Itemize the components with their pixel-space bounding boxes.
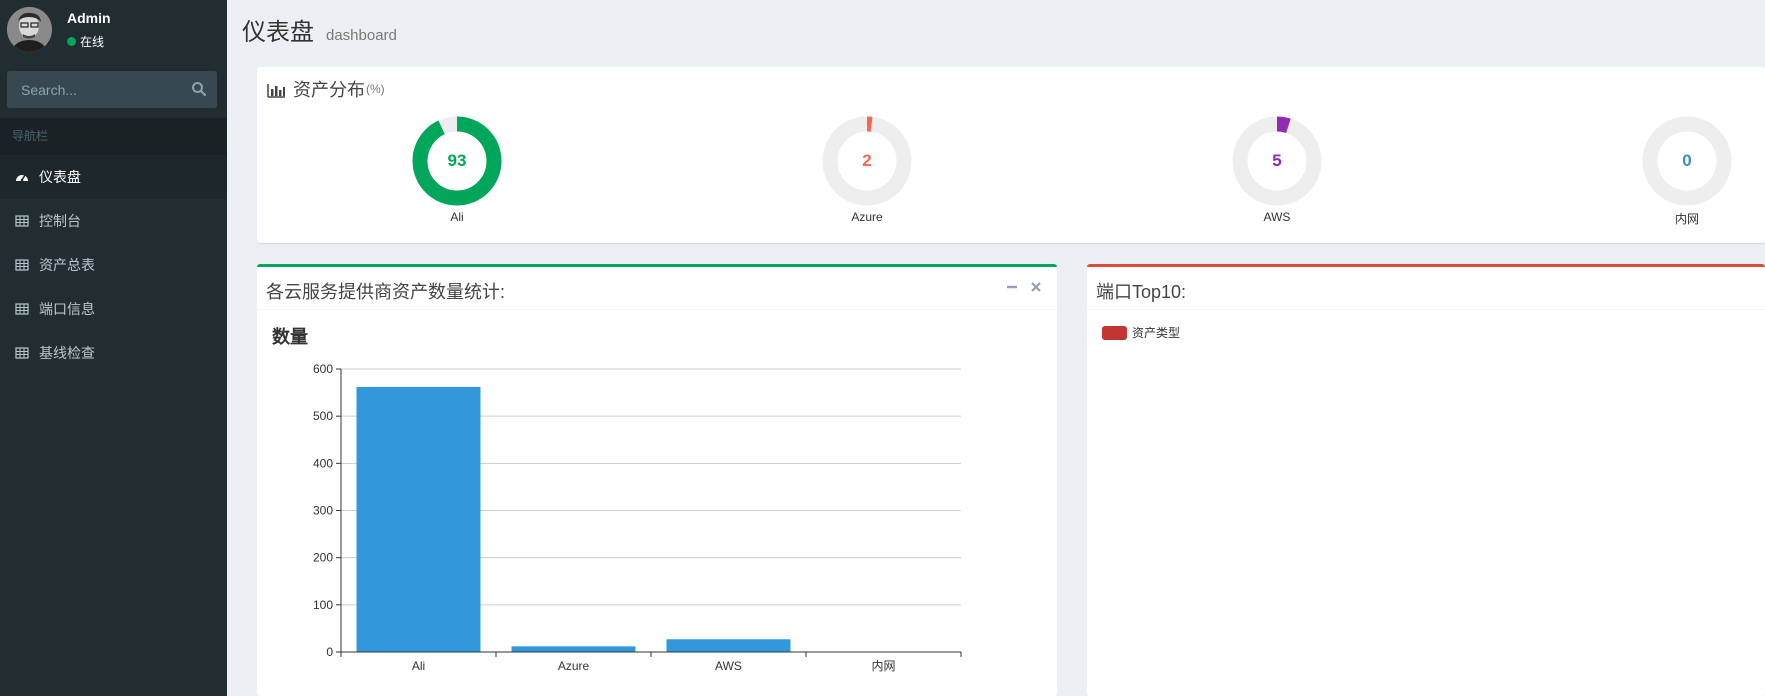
page-title: 仪表盘: [242, 19, 314, 46]
donut-value: 2: [862, 151, 872, 170]
box-header: 端口Top10:: [1087, 267, 1765, 310]
donut-label: Azure: [851, 210, 883, 224]
bar[interactable]: [666, 639, 791, 652]
donut-value: 0: [1682, 151, 1692, 170]
y-tick-label: 300: [313, 504, 333, 518]
y-tick-label: 100: [313, 598, 333, 612]
user-name: Admin: [67, 10, 111, 26]
x-tick-label: AWS: [715, 659, 742, 673]
y-tick-label: 600: [313, 362, 333, 376]
donut-aws: 5 AWS: [1232, 116, 1322, 224]
asset-distribution-title: 资产分布 (%): [267, 76, 385, 102]
sidebar-item-label: 端口信息: [39, 301, 95, 317]
user-status-text: 在线: [80, 35, 105, 49]
x-tick-label: Azure: [558, 659, 590, 673]
table-icon: [15, 346, 29, 360]
user-status: 在线: [67, 33, 104, 50]
avatar[interactable]: [7, 7, 52, 52]
asset-distribution-label: 资产分布: [293, 80, 365, 100]
donut-value: 5: [1272, 151, 1282, 170]
legend-label: 资产类型: [1132, 326, 1181, 340]
search-input[interactable]: [7, 71, 177, 108]
port-top10-title: 端口Top10:: [1096, 282, 1187, 302]
bar-chart-icon: [267, 82, 285, 98]
sidebar: Admin 在线 导航栏 仪表盘 控制台 资产总表: [0, 0, 227, 696]
donut-label: Ali: [450, 210, 464, 224]
close-icon[interactable]: [1029, 280, 1043, 294]
table-icon: [15, 258, 29, 272]
chart-title: 数量: [272, 327, 308, 347]
y-tick-label: 0: [326, 645, 333, 659]
sidebar-item-dashboard[interactable]: 仪表盘: [0, 155, 227, 199]
page-subtitle: dashboard: [326, 27, 397, 44]
donut-intranet: 0 内网: [1642, 116, 1732, 227]
sidebar-item-ports[interactable]: 端口信息: [0, 287, 227, 331]
nav-list: 仪表盘 控制台 资产总表 端口信息 基线检查: [0, 155, 227, 375]
bar[interactable]: [356, 386, 481, 652]
sidebar-item-label: 控制台: [39, 213, 81, 229]
x-tick-label: 内网: [871, 659, 895, 673]
port-top10-box: 端口Top10: 资产类型: [1087, 264, 1765, 696]
donut-value: 93: [447, 151, 467, 170]
y-tick-label: 500: [313, 409, 333, 423]
table-icon: [15, 214, 29, 228]
sidebar-item-assets[interactable]: 资产总表: [0, 243, 227, 287]
sidebar-item-label: 基线检查: [39, 345, 95, 361]
x-tick-label: Ali: [412, 659, 425, 673]
box-header: 各云服务提供商资产数量统计:: [257, 267, 1057, 310]
donut-label: AWS: [1263, 210, 1291, 224]
sidebar-item-console[interactable]: 控制台: [0, 199, 227, 243]
donut-label: 内网: [1674, 212, 1699, 226]
user-panel: Admin 在线: [0, 0, 227, 60]
y-tick-label: 400: [313, 456, 333, 470]
y-tick-label: 200: [313, 551, 333, 565]
nav-header: 导航栏: [0, 118, 227, 155]
legend-swatch: [1102, 325, 1127, 340]
sidebar-item-label: 仪表盘: [39, 169, 81, 185]
sidebar-item-label: 资产总表: [39, 257, 95, 273]
donut-azure: 2 Azure: [822, 116, 912, 224]
dashboard-icon: [15, 170, 29, 184]
search-icon[interactable]: [191, 81, 209, 99]
asset-distribution-box: 资产分布 (%) 93 Ali 2 Azure 5 AWS 0 内网: [257, 67, 1765, 243]
provider-stats-box: 各云服务提供商资产数量统计: 数量 0 100 200 300 400 500 600 Ali…: [257, 264, 1057, 696]
table-icon: [15, 302, 29, 316]
donut-ali: 93 Ali: [412, 116, 502, 224]
provider-stats-title: 各云服务提供商资产数量统计:: [266, 282, 505, 302]
online-status-icon: [67, 37, 76, 46]
minimize-icon[interactable]: [1005, 280, 1019, 294]
chart-legend[interactable]: 资产类型: [1102, 324, 1180, 341]
bar-chart: 0 100 200 300 400 500 600 Ali Azure AWS 内网: [313, 362, 962, 673]
sidebar-item-baseline[interactable]: 基线检查: [0, 331, 227, 375]
sidebar-search: [7, 71, 217, 108]
page-header: 仪表盘 dashboard: [242, 12, 397, 47]
bar[interactable]: [511, 646, 636, 652]
asset-distribution-unit: (%): [366, 82, 385, 96]
